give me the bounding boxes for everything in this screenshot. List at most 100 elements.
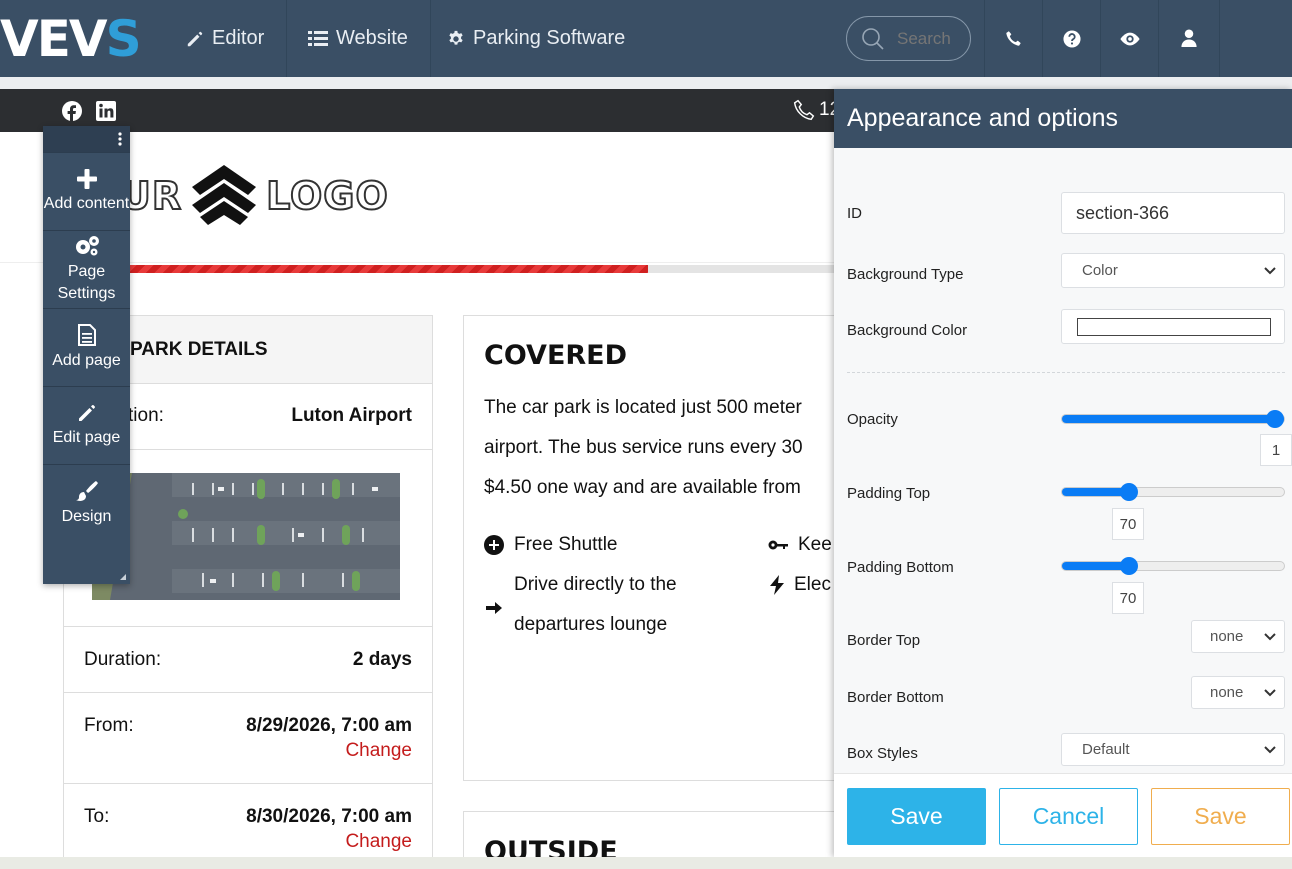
border-bottom-select[interactable]: none (1191, 676, 1285, 709)
facebook-icon[interactable] (62, 101, 82, 121)
phone-outline-icon (793, 99, 815, 121)
opacity-slider-fill (1062, 415, 1284, 423)
vevs-logo[interactable]: VEVS (0, 10, 142, 68)
nav-editor[interactable]: Editor (164, 0, 288, 77)
padding-bottom-slider-fill (1062, 562, 1129, 570)
id-input[interactable]: section-366 (1061, 192, 1285, 234)
save-button[interactable]: Save (847, 788, 986, 845)
padding-top-label: Padding Top (847, 485, 931, 502)
duration-value: 2 days (352, 649, 412, 670)
list-icon (308, 30, 328, 46)
editor-toolbox: Add content Page Settings Add page Edit … (43, 126, 130, 584)
plus-icon (76, 168, 97, 189)
brush-icon (75, 480, 98, 501)
cancel-button[interactable]: Cancel (999, 788, 1138, 845)
nav-website-label: Website (336, 27, 408, 49)
nav-parking-software-label: Parking Software (473, 27, 626, 49)
nav-website[interactable]: Website (286, 0, 431, 77)
feature-drive-directly: Drive directly to the (484, 574, 677, 596)
resize-corner-icon[interactable] (120, 574, 126, 580)
location-value: Luton Airport (291, 405, 412, 426)
background-type-label: Background Type (847, 266, 964, 283)
user-button[interactable] (1158, 0, 1220, 77)
preview-button[interactable] (1100, 0, 1158, 77)
covered-option-card: COVERED The car park is located just 500… (463, 315, 863, 781)
padding-top-slider[interactable] (1061, 483, 1285, 501)
padding-top-slider-fill (1062, 488, 1129, 496)
help-icon (1062, 29, 1081, 48)
search-icon (862, 27, 884, 50)
add-page-button[interactable]: Add page (43, 308, 130, 386)
feature-keep: Kee (768, 534, 832, 556)
nav-parking-software[interactable]: Parking Software (425, 0, 647, 77)
search-input[interactable] (897, 28, 967, 49)
help-button[interactable] (1042, 0, 1100, 77)
add-content-button[interactable]: Add content (43, 152, 130, 230)
design-label: Design (61, 507, 112, 525)
feature-text: Elec (794, 574, 831, 595)
eye-icon (1119, 32, 1140, 45)
design-button[interactable]: Design (43, 464, 130, 542)
padding-bottom-value[interactable]: 70 (1112, 582, 1144, 614)
page-settings-button[interactable]: Page Settings (43, 230, 130, 308)
search-box[interactable] (846, 16, 971, 61)
border-bottom-label: Border Bottom (847, 689, 944, 706)
to-value: 8/30/2026, 7:00 am (246, 806, 412, 827)
panel-title: Appearance and options (834, 89, 1292, 148)
chevron-down-icon (1264, 632, 1276, 640)
key-icon (768, 540, 788, 550)
background-type-select[interactable]: Color (1061, 253, 1285, 288)
toolbox-drag-handle[interactable] (43, 126, 130, 152)
padding-bottom-slider-handle[interactable] (1120, 557, 1138, 575)
change-to-link[interactable]: Change (345, 831, 412, 853)
site-logo-right-text: LOGO (265, 173, 389, 219)
padding-top-value[interactable]: 70 (1112, 508, 1144, 540)
from-label: From: (84, 715, 134, 736)
plus-circle-icon (484, 535, 504, 555)
chevron-down-icon (1264, 266, 1276, 274)
opacity-slider-handle[interactable] (1266, 410, 1284, 428)
edit-page-button[interactable]: Edit page (43, 386, 130, 464)
phone-button[interactable] (984, 0, 1042, 77)
editor-topbar: VEVS Editor Website Parking Software (0, 0, 1292, 77)
background-color-picker[interactable] (1061, 309, 1285, 344)
phone-icon (1006, 31, 1021, 46)
opacity-slider[interactable] (1061, 410, 1285, 428)
opacity-value[interactable]: 1 (1260, 434, 1292, 466)
gear-icon (449, 30, 463, 45)
padding-top-slider-handle[interactable] (1120, 483, 1138, 501)
feature-free-shuttle: Free Shuttle (484, 534, 618, 556)
nav-editor-label: Editor (212, 27, 265, 49)
to-label: To: (84, 806, 110, 827)
border-top-label: Border Top (847, 632, 921, 649)
app-root: VEVS Editor Website Parking Software Sea… (0, 0, 1292, 869)
box-styles-select[interactable]: Default (1061, 733, 1285, 766)
box-styles-label: Box Styles (847, 745, 918, 762)
booking-progress-bar (120, 265, 834, 273)
feature-text: departures lounge (514, 614, 668, 635)
id-label: ID (847, 205, 862, 222)
page-settings-label: Page Settings (57, 262, 116, 302)
cogs-icon (75, 235, 99, 255)
change-from-link[interactable]: Change (345, 740, 412, 762)
save-secondary-button[interactable]: Save (1151, 788, 1290, 845)
pencil-icon (78, 404, 95, 421)
border-top-select[interactable]: none (1191, 620, 1285, 653)
appearance-options-panel: Appearance and options ID section-366 Ba… (834, 89, 1292, 857)
chevron-down-icon (1264, 688, 1276, 696)
vertical-dots-icon[interactable] (118, 132, 122, 146)
box-styles-value: Default (1082, 741, 1130, 758)
car-park-map[interactable] (92, 473, 400, 600)
opacity-label: Opacity (847, 411, 898, 428)
background-type-value: Color (1082, 262, 1118, 279)
linkedin-icon[interactable] (96, 101, 116, 121)
aerial-parking-image (92, 473, 400, 600)
padding-bottom-slider[interactable] (1061, 557, 1285, 575)
padding-bottom-label: Padding Bottom (847, 559, 954, 576)
add-content-label: Add content (43, 194, 130, 212)
site-logo[interactable]: UR LOGO (119, 165, 389, 227)
logo-text: VEV (0, 10, 108, 68)
id-value: section-366 (1076, 202, 1170, 223)
add-page-label: Add page (52, 351, 121, 369)
user-icon (1181, 29, 1197, 48)
